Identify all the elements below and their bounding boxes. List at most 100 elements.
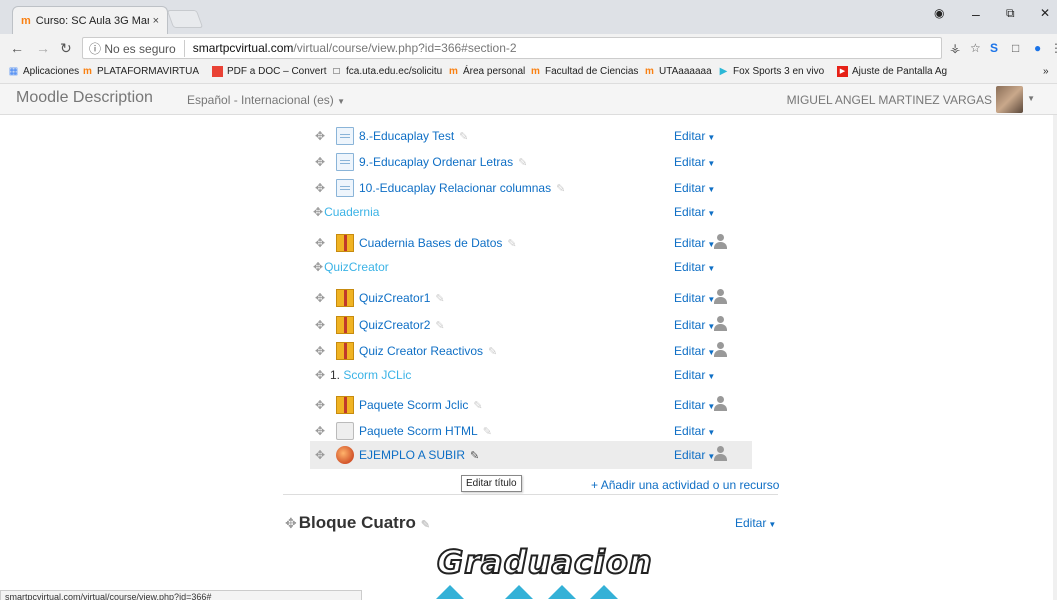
add-activity-link[interactable]: + Añadir una actividad o un recurso <box>591 478 779 492</box>
bookmark-facultad[interactable]: m Facultad de Ciencias <box>530 66 638 77</box>
move-icon[interactable]: ✥ <box>315 291 325 305</box>
pencil-icon[interactable]: ✎ <box>483 426 492 438</box>
move-icon[interactable]: ✥ <box>315 318 325 332</box>
move-icon[interactable]: ✥ <box>313 205 323 219</box>
move-icon[interactable]: ✥ <box>285 515 297 531</box>
user-name[interactable]: MIGUEL ANGEL MARTINEZ VARGAS <box>787 93 992 107</box>
edit-menu[interactable]: Editar ▼ <box>674 291 715 305</box>
course-content: ✥ 8.-Educaplay Test ✎ Editar ▼ ✥ 9.-Educap… <box>0 115 1057 600</box>
page-scrollbar[interactable] <box>1053 115 1057 600</box>
pencil-icon[interactable]: ✎ <box>556 183 565 195</box>
edit-menu[interactable]: Editar ▼ <box>674 344 715 358</box>
move-icon[interactable]: ✥ <box>315 398 325 412</box>
edit-menu[interactable]: Editar ▼ <box>674 260 715 274</box>
profile-icon[interactable]: ◉ <box>934 6 944 20</box>
move-icon[interactable]: ✥ <box>315 448 325 462</box>
move-icon[interactable]: ✥ <box>315 155 325 169</box>
restore-button[interactable]: ⧉ <box>1006 6 1015 21</box>
pencil-icon[interactable]: ✎ <box>507 238 516 250</box>
activity-link[interactable]: Paquete Scorm Jclic ✎ <box>359 398 483 412</box>
activity-link[interactable]: QuizCreator1 ✎ <box>359 291 445 305</box>
edit-menu[interactable]: Editar ▼ <box>674 448 715 462</box>
bookmark-pdf-doc[interactable]: PDF a DOC – Convert <box>212 66 326 77</box>
chevron-down-icon[interactable]: ▼ <box>1027 94 1035 103</box>
edit-menu[interactable]: Editar ▼ <box>674 205 715 219</box>
user-icon[interactable] <box>714 234 727 250</box>
activity-link[interactable]: 8.-Educaplay Test ✎ <box>359 129 468 143</box>
bookmark-plataforma[interactable]: m PLATAFORMAVIRTUA <box>82 66 199 77</box>
star-icon[interactable]: ☆ <box>970 41 981 55</box>
edit-menu[interactable]: Editar ▼ <box>674 318 715 332</box>
activity-name: QuizCreator2 <box>359 318 431 332</box>
move-icon[interactable]: ✥ <box>313 260 323 274</box>
activity-link[interactable]: QuizCreator2 ✎ <box>359 318 445 332</box>
edit-menu[interactable]: Editar ▼ <box>674 368 715 382</box>
address-bar[interactable]: ⓘ No es seguro smartpcvirtual.com /virtu… <box>82 37 942 59</box>
security-indicator[interactable]: ⓘ No es seguro <box>89 39 185 57</box>
tab-close-icon[interactable]: × <box>153 15 159 27</box>
bookmark-fox-sports[interactable]: ▶ Fox Sports 3 en vivo <box>718 66 825 77</box>
move-icon[interactable]: ✥ <box>315 181 325 195</box>
new-tab-button[interactable] <box>166 10 204 28</box>
key-icon[interactable]: ⚶ <box>950 41 960 55</box>
edit-menu[interactable]: Editar ▼ <box>674 424 715 438</box>
move-icon[interactable]: ✥ <box>315 236 325 250</box>
forward-arrow-icon[interactable]: → <box>36 40 50 56</box>
edit-menu[interactable]: Editar ▼ <box>674 181 715 195</box>
bookmark-apps[interactable]: ▦ Aplicaciones <box>8 66 79 77</box>
label-text: Cuadernia <box>324 205 380 219</box>
bookmark-area-personal[interactable]: m Área personal <box>448 66 525 77</box>
move-icon[interactable]: ✥ <box>315 424 325 438</box>
bookmark-fca[interactable]: □ fca.uta.edu.ec/solicitu <box>331 66 442 77</box>
activity-link[interactable]: Cuadernia Bases de Datos ✎ <box>359 236 517 250</box>
bookmark-uta[interactable]: m UTAaaaaaa <box>644 66 712 77</box>
edit-menu[interactable]: Editar ▼ <box>674 236 715 250</box>
user-icon[interactable] <box>714 342 727 358</box>
menu-icon[interactable]: ⋮ <box>1050 41 1057 55</box>
avatar[interactable] <box>996 86 1023 113</box>
activity-link[interactable]: 10.-Educaplay Relacionar columnas ✎ <box>359 181 565 195</box>
site-brand[interactable]: Moodle Description <box>16 89 153 107</box>
activity-link[interactable]: EJEMPLO A SUBIR ✎ <box>359 448 479 462</box>
user-icon[interactable] <box>714 316 727 332</box>
pencil-icon[interactable]: ✎ <box>473 400 482 412</box>
section-edit-menu[interactable]: Editar ▼ <box>735 516 776 530</box>
extension-box-icon[interactable]: □ <box>1012 41 1019 55</box>
extension-ghost-icon[interactable]: ● <box>1034 41 1041 55</box>
package-icon <box>336 316 354 334</box>
extension-s-icon[interactable]: S <box>990 41 998 55</box>
activity-link[interactable]: Paquete Scorm HTML ✎ <box>359 424 492 438</box>
minimize-button[interactable]: – <box>972 6 980 22</box>
bookmark-ajuste[interactable]: ▶ Ajuste de Pantalla Ag <box>837 66 947 77</box>
user-icon[interactable] <box>714 446 727 462</box>
label-text: QuizCreator <box>324 260 389 274</box>
move-icon[interactable]: ✥ <box>315 129 325 143</box>
bookmarks-overflow-button[interactable]: » <box>1043 66 1049 77</box>
moodle-navbar: Moodle Description Español - Internacion… <box>0 84 1057 115</box>
edit-label: Editar <box>674 344 706 358</box>
move-icon[interactable]: ✥ <box>315 368 325 382</box>
browser-tab[interactable]: m Curso: SC Aula 3G Martir × <box>12 6 168 34</box>
reload-icon[interactable]: ↻ <box>60 40 72 57</box>
pencil-icon[interactable]: ✎ <box>435 320 444 332</box>
pencil-icon[interactable]: ✎ <box>470 450 479 462</box>
language-menu[interactable]: Español - Internacional (es) ▼ <box>187 93 345 107</box>
back-arrow-icon[interactable]: ← <box>10 40 24 56</box>
pencil-icon[interactable]: ✎ <box>459 131 468 143</box>
activity-link[interactable]: Quiz Creator Reactivos ✎ <box>359 344 497 358</box>
close-window-button[interactable]: ✕ <box>1040 6 1050 20</box>
move-icon[interactable]: ✥ <box>315 344 325 358</box>
label-row: ✥ QuizCreator Editar ▼ <box>313 256 753 278</box>
edit-label: Editar <box>674 205 706 219</box>
edit-menu[interactable]: Editar ▼ <box>674 398 715 412</box>
pencil-icon[interactable]: ✎ <box>435 293 444 305</box>
edit-menu[interactable]: Editar ▼ <box>674 129 715 143</box>
pencil-icon[interactable]: ✎ <box>421 519 430 531</box>
pencil-icon[interactable]: ✎ <box>488 346 497 358</box>
user-icon[interactable] <box>714 289 727 305</box>
pencil-icon[interactable]: ✎ <box>518 157 527 169</box>
edit-menu[interactable]: Editar ▼ <box>674 155 715 169</box>
user-icon[interactable] <box>714 396 727 412</box>
package-icon <box>336 289 354 307</box>
activity-link[interactable]: 9.-Educaplay Ordenar Letras ✎ <box>359 155 527 169</box>
